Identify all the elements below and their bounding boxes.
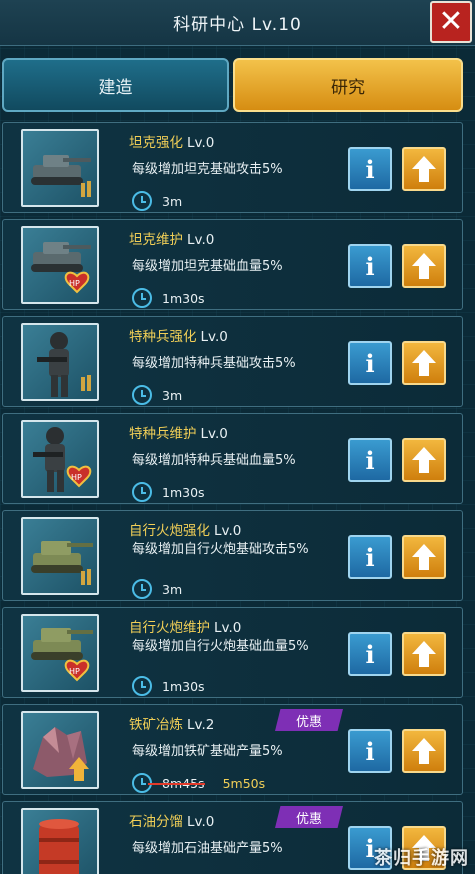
info-button[interactable]: i <box>348 729 392 773</box>
arrow-up-icon <box>412 156 436 182</box>
time-value: 3m <box>162 581 183 597</box>
arrow-up-icon <box>412 447 436 473</box>
research-time: 3m <box>132 579 182 599</box>
time-value: 1m30s <box>162 484 205 500</box>
discount-badge: 优惠 <box>275 806 343 828</box>
artillery-attack-icon <box>21 517 99 595</box>
upgrade-button[interactable] <box>402 729 446 773</box>
arrow-up-icon <box>412 253 436 279</box>
info-button[interactable]: i <box>348 632 392 676</box>
info-button[interactable]: i <box>348 535 392 579</box>
research-level: Lv.0 <box>214 620 242 636</box>
research-level: Lv.0 <box>187 814 215 830</box>
research-time: 8m45s 5m50s <box>132 773 265 793</box>
title-bar: 科研中心 Lv.10 ✕ <box>0 0 475 46</box>
time-value: 3m <box>162 387 183 403</box>
research-card: 自行火炮强化 Lv.0 每级增加自行火炮基础攻击5% 3m i <box>2 510 463 601</box>
close-icon: ✕ <box>438 4 464 39</box>
research-card: 铁矿冶炼 Lv.2 优惠 每级增加铁矿基础产量5% 8m45s 5m50s i <box>2 704 463 795</box>
info-button[interactable]: i <box>348 341 392 385</box>
upgrade-button[interactable] <box>402 535 446 579</box>
tab-bar: 建造 研究 <box>0 58 475 114</box>
soldier-hp-icon: HP <box>21 420 99 498</box>
info-button[interactable]: i <box>348 438 392 482</box>
svg-text:HP: HP <box>71 473 82 482</box>
tab-research[interactable]: 研究 <box>233 58 463 112</box>
research-desc: 每级增加坦克基础攻击5% <box>132 162 283 177</box>
research-desc: 每级增加坦克基础血量5% <box>132 259 283 274</box>
research-card: HP 特种兵维护 Lv.0 每级增加特种兵基础血量5% 1m30s i <box>2 413 463 504</box>
svg-text:HP: HP <box>69 279 80 288</box>
discounted-time: 5m50s <box>222 775 266 791</box>
upgrade-button[interactable] <box>402 244 446 288</box>
upgrade-button[interactable] <box>402 341 446 385</box>
research-time: 3m <box>132 191 182 211</box>
tank-attack-icon <box>21 129 99 207</box>
arrow-up-icon <box>412 641 436 667</box>
research-name: 石油分馏 <box>129 814 183 830</box>
research-card: 特种兵强化 Lv.0 每级增加特种兵基础攻击5% 3m i <box>2 316 463 407</box>
oil-barrel-icon <box>21 808 99 874</box>
tank-hp-icon: HP <box>21 226 99 304</box>
research-name: 特种兵维护 <box>129 426 197 442</box>
research-time: 1m30s <box>132 482 205 502</box>
research-level: Lv.0 <box>200 329 228 345</box>
upgrade-button[interactable] <box>402 438 446 482</box>
research-name: 坦克维护 <box>129 232 183 248</box>
close-button[interactable]: ✕ <box>430 1 472 43</box>
clock-icon <box>132 482 152 502</box>
research-card: HP 坦克维护 Lv.0 每级增加坦克基础血量5% 1m30s i <box>2 219 463 310</box>
soldier-attack-icon <box>21 323 99 401</box>
research-level: Lv.2 <box>187 717 215 733</box>
tab-build[interactable]: 建造 <box>2 58 229 112</box>
discount-badge: 优惠 <box>275 709 343 731</box>
info-button[interactable]: i <box>348 147 392 191</box>
time-value: 1m30s <box>162 678 205 694</box>
time-value: 1m30s <box>162 290 205 306</box>
research-desc: 每级增加石油基础产量5% <box>132 841 283 856</box>
arrow-up-icon <box>412 350 436 376</box>
research-card: HP 自行火炮维护 Lv.0 每级增加自行火炮基础血量5% 1m30s i <box>2 607 463 698</box>
clock-icon <box>132 579 152 599</box>
clock-icon <box>132 385 152 405</box>
iron-ore-icon <box>21 711 99 789</box>
research-card: 坦克强化 Lv.0 每级增加坦克基础攻击5% 3m i <box>2 122 463 213</box>
research-time: 1m30s <box>132 288 205 308</box>
research-desc: 每级增加铁矿基础产量5% <box>132 744 283 759</box>
research-level: Lv.0 <box>187 232 215 248</box>
research-name: 自行火炮维护 <box>129 620 210 636</box>
info-button[interactable]: i <box>348 244 392 288</box>
svg-text:HP: HP <box>69 667 80 676</box>
arrow-up-icon <box>412 544 436 570</box>
research-desc: 每级增加特种兵基础血量5% <box>132 453 296 468</box>
research-time: 3m <box>132 385 182 405</box>
clock-icon <box>132 676 152 696</box>
upgrade-button[interactable] <box>402 632 446 676</box>
research-desc: 每级增加特种兵基础攻击5% <box>132 356 296 371</box>
upgrade-button[interactable] <box>402 147 446 191</box>
research-desc: 每级增加自行火炮基础攻击5% <box>132 542 309 557</box>
clock-icon <box>132 288 152 308</box>
research-name: 坦克强化 <box>129 135 183 151</box>
time-value: 3m <box>162 193 183 209</box>
page-title: 科研中心 Lv.10 <box>173 15 302 35</box>
research-time: 1m30s <box>132 676 205 696</box>
research-name: 铁矿冶炼 <box>129 717 183 733</box>
original-time: 8m45s <box>148 775 205 791</box>
clock-icon <box>132 191 152 211</box>
arrow-up-icon <box>412 738 436 764</box>
artillery-hp-icon: HP <box>21 614 99 692</box>
research-desc: 每级增加自行火炮基础血量5% <box>132 639 309 654</box>
research-name: 自行火炮强化 <box>129 523 210 539</box>
research-level: Lv.0 <box>187 135 215 151</box>
research-level: Lv.0 <box>214 523 242 539</box>
watermark: 茶归手游网 <box>374 848 469 869</box>
research-level: Lv.0 <box>200 426 228 442</box>
research-name: 特种兵强化 <box>129 329 197 345</box>
